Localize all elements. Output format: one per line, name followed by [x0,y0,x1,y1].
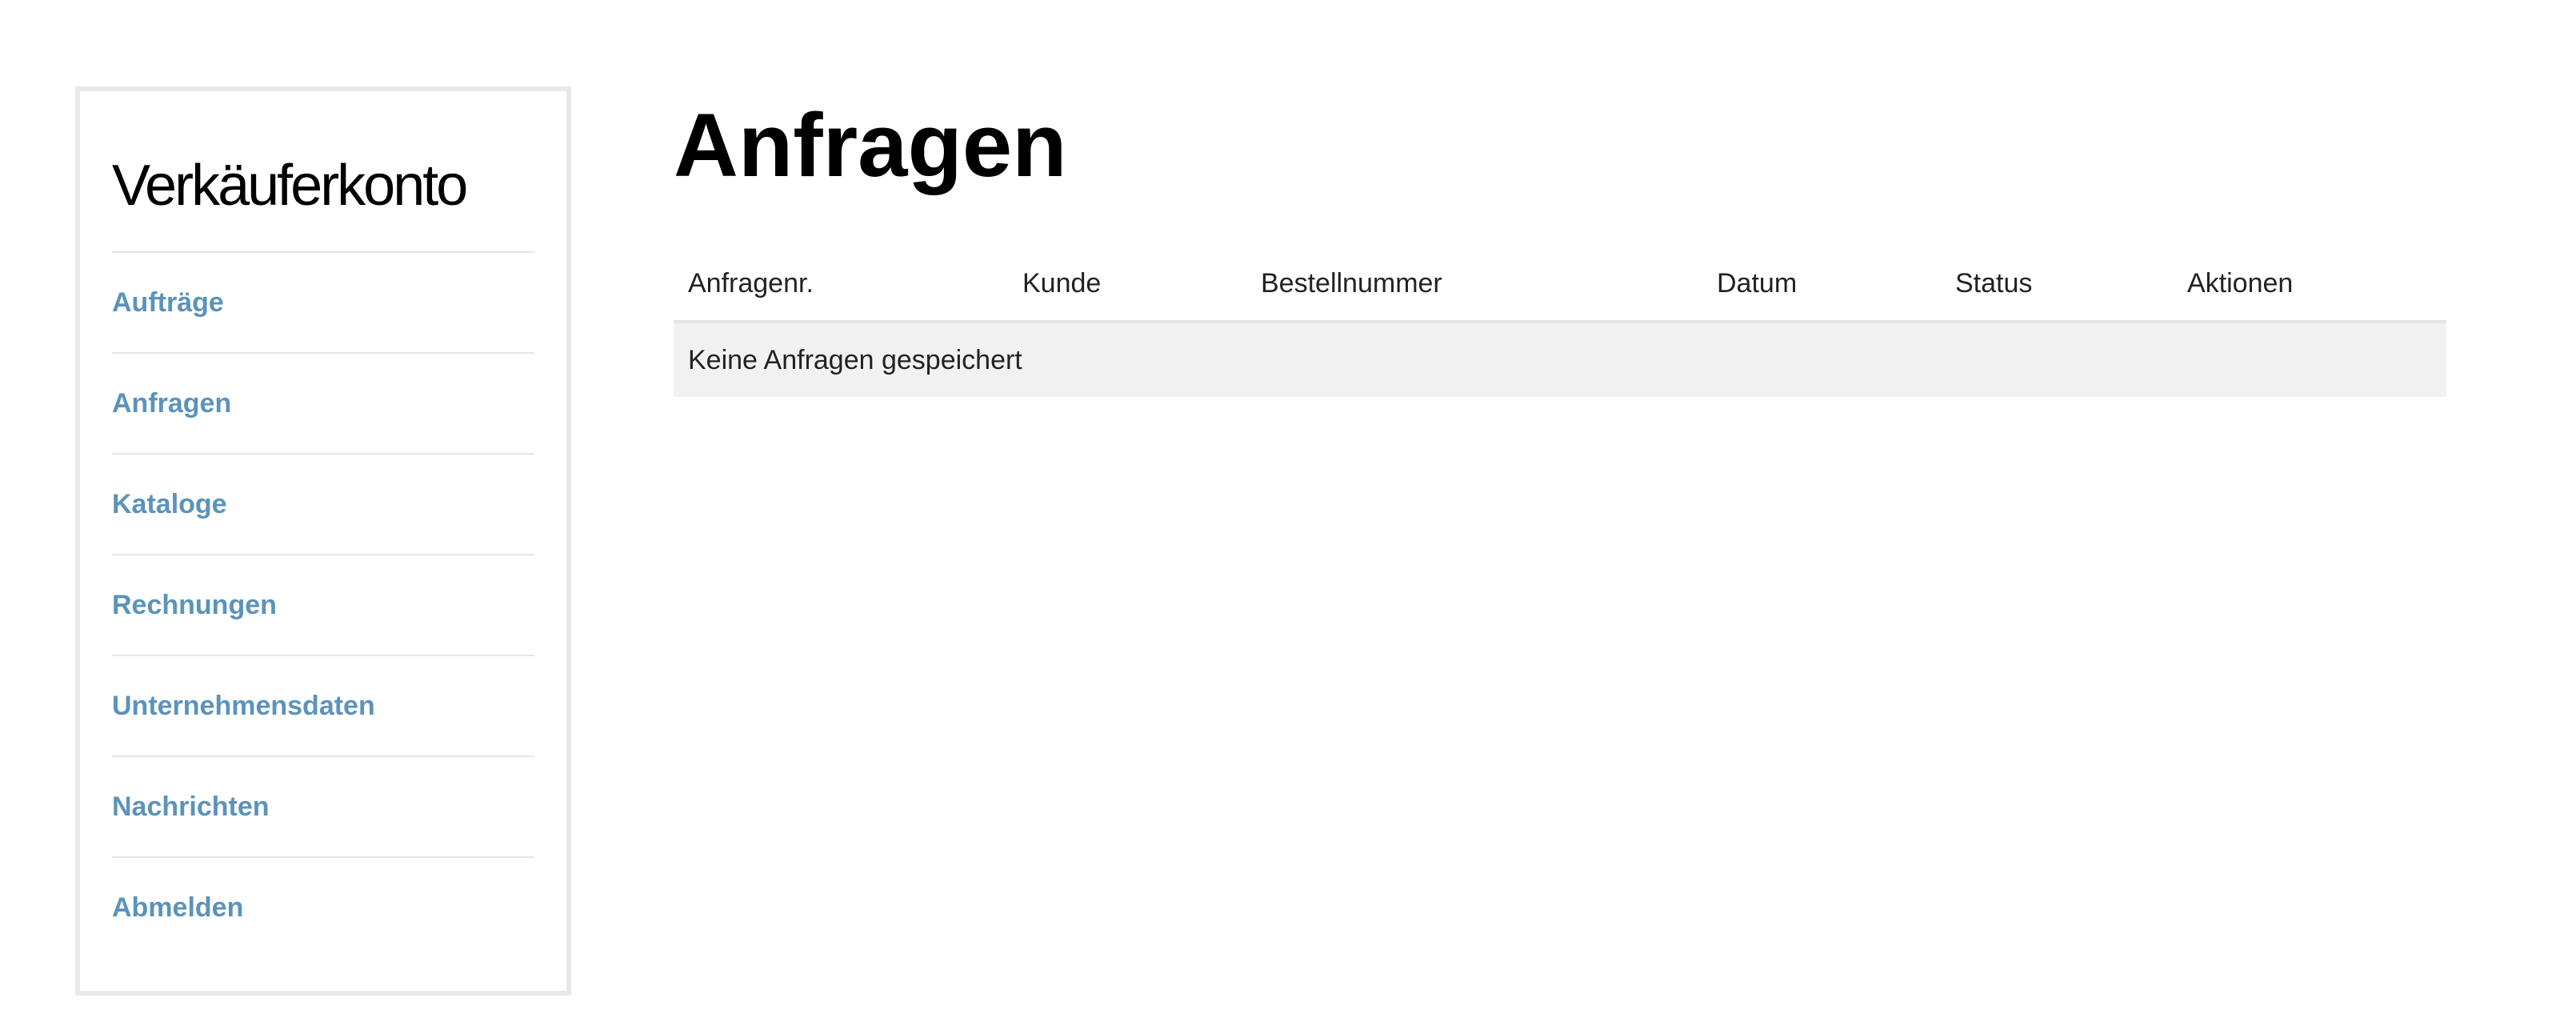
empty-message: Keine Anfragen gespeichert [674,322,2446,397]
column-header-bestellnummer: Bestellnummer [1246,246,1702,323]
sidebar-item-rechnungen: Rechnungen [112,555,534,656]
sidebar-item-auftraege: Aufträge [112,253,534,354]
sidebar-link-auftraege[interactable]: Aufträge [112,287,224,319]
page-title: Anfragen [674,95,1067,195]
column-header-datum: Datum [1702,246,1941,323]
sidebar-nav: Aufträge Anfragen Kataloge Rechnungen Un… [112,253,534,957]
sidebar-link-anfragen[interactable]: Anfragen [112,388,231,419]
requests-table: Anfragenr. Kunde Bestellnummer Datum Sta… [674,246,2446,397]
empty-row: Keine Anfragen gespeichert [674,322,2446,397]
sidebar-item-kataloge: Kataloge [112,455,534,555]
sidebar: Verkäuferkonto Aufträge Anfragen Katalog… [75,86,571,996]
column-header-status: Status [1941,246,2173,323]
page: Verkäuferkonto Aufträge Anfragen Katalog… [0,0,2576,1026]
sidebar-item-abmelden: Abmelden [112,858,534,957]
column-header-anfragenr: Anfragenr. [674,246,1008,323]
sidebar-link-rechnungen[interactable]: Rechnungen [112,590,277,621]
sidebar-link-unternehmensdaten[interactable]: Unternehmensdaten [112,691,375,722]
table-header-row: Anfragenr. Kunde Bestellnummer Datum Sta… [674,246,2446,323]
sidebar-link-kataloge[interactable]: Kataloge [112,489,227,520]
logout-link[interactable]: Abmelden [112,892,243,924]
sidebar-item-nachrichten: Nachrichten [112,757,534,858]
sidebar-link-nachrichten[interactable]: Nachrichten [112,792,270,823]
main-content: Anfragen Anfragenr. Kunde Bestellnummer … [674,86,2446,397]
column-header-aktionen: Aktionen [2173,246,2446,323]
sidebar-item-unternehmensdaten: Unternehmensdaten [112,656,534,757]
sidebar-item-anfragen: Anfragen [112,354,534,455]
sidebar-title: Verkäuferkonto [112,150,534,253]
column-header-kunde: Kunde [1008,246,1246,323]
